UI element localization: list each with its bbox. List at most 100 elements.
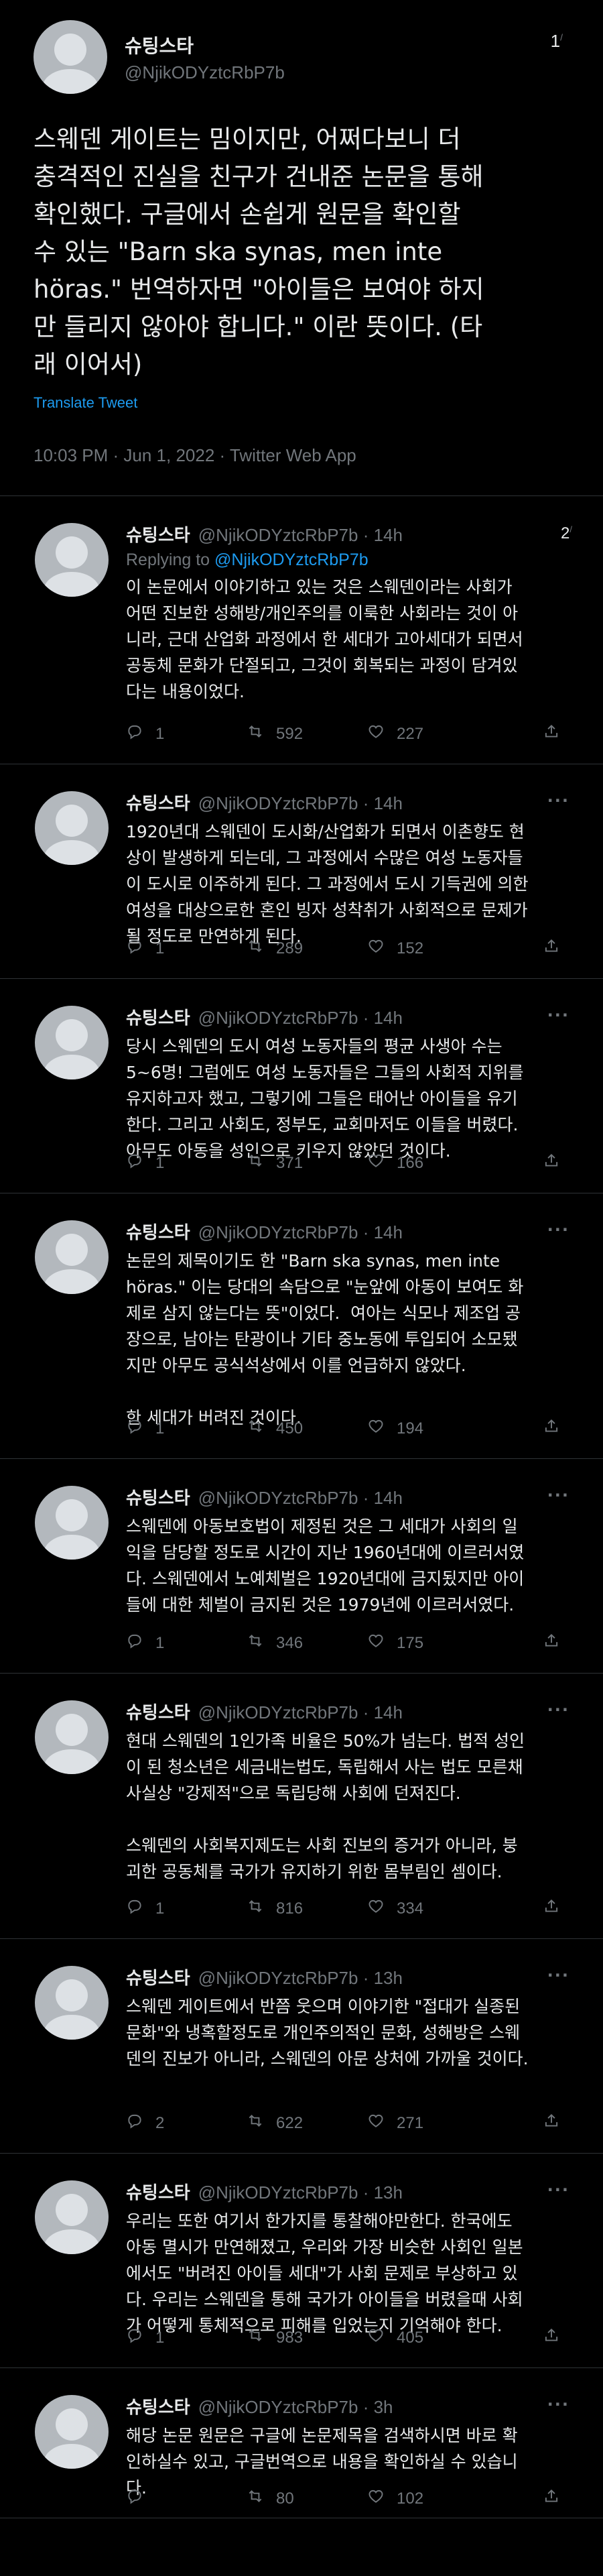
reply-header: 슈팅스타 @NjikODYztcRbP7b · 3h (126, 2394, 578, 2418)
author-name[interactable]: 슈팅스타 (126, 1004, 190, 1029)
reply-button[interactable]: 1 (126, 1152, 247, 1174)
author-name[interactable]: 슈팅스타 (126, 1965, 190, 1989)
reply-bubble-icon (126, 1632, 155, 1654)
heart-icon (367, 2487, 397, 2510)
share-button[interactable] (543, 937, 572, 959)
reply-tweet[interactable]: 슈팅스타 @NjikODYztcRbP7b · 14h ··· 당시 스웨덴의 도시 … (0, 979, 603, 1193)
more-options-icon[interactable]: ··· (547, 2180, 570, 2199)
tweet-actions: 1 983 405 (126, 2327, 578, 2349)
like-button[interactable]: 194 (367, 1417, 488, 1440)
author-name[interactable]: 슈팅스타 (126, 2179, 190, 2204)
more-options-icon[interactable]: ··· (547, 791, 570, 810)
reply-button[interactable]: 1 (126, 1632, 247, 1654)
heart-icon (367, 2112, 397, 2134)
author-handle-time[interactable]: @NjikODYztcRbP7b · 14h (198, 1488, 403, 1509)
author-name[interactable]: 슈팅스타 (126, 522, 190, 546)
reply-tweet[interactable]: 슈팅스타 @NjikODYztcRbP7b · 14h 2/Replying to … (0, 496, 603, 764)
like-button[interactable]: 152 (367, 937, 488, 959)
default-avatar-icon[interactable] (35, 1486, 109, 1560)
like-button[interactable]: 405 (367, 2327, 488, 2349)
retweet-button[interactable]: 289 (247, 937, 367, 959)
more-options-icon[interactable]: ··· (547, 1486, 570, 1505)
reply-button[interactable]: 1 (126, 1897, 247, 1920)
author-handle-time[interactable]: @NjikODYztcRbP7b · 3h (198, 2397, 393, 2418)
like-button[interactable]: 166 (367, 1152, 488, 1174)
author-name[interactable]: 슈팅스타 (126, 790, 190, 815)
retweet-button[interactable]: 592 (247, 723, 367, 745)
retweet-button[interactable]: 371 (247, 1152, 367, 1174)
reply-button[interactable]: 1 (126, 723, 247, 745)
author-name[interactable]: 슈팅스타 (126, 1699, 190, 1724)
author-handle-time[interactable]: @NjikODYztcRbP7b · 14h (198, 1008, 403, 1029)
default-avatar-icon[interactable] (35, 1700, 109, 1774)
reply-header: 슈팅스타 @NjikODYztcRbP7b · 14h (126, 1004, 578, 1029)
replying-to-link[interactable]: @NjikODYztcRbP7b (214, 550, 368, 569)
retweet-icon (247, 1417, 276, 1440)
author-name[interactable]: 슈팅스타 (126, 1484, 190, 1509)
reply-button[interactable]: 1 (126, 2327, 247, 2349)
reply-tweet[interactable]: 슈팅스타 @NjikODYztcRbP7b · 14h ··· 현대 스웨덴의 1인가… (0, 1674, 603, 1939)
reply-button[interactable]: 1 (126, 937, 247, 959)
retweet-button[interactable]: 983 (247, 2327, 367, 2349)
reply-count: 1 (155, 2328, 165, 2347)
default-avatar-icon[interactable] (34, 20, 107, 94)
author-handle[interactable]: @NjikODYztcRbP7b (125, 62, 285, 83)
like-button[interactable]: 175 (367, 1632, 488, 1654)
reply-tweet[interactable]: 슈팅스타 @NjikODYztcRbP7b · 13h ··· 우리는 또한 여기서 … (0, 2154, 603, 2368)
author-handle-time[interactable]: @NjikODYztcRbP7b · 14h (198, 793, 403, 814)
author-name[interactable]: 슈팅스타 (126, 1219, 190, 1244)
more-options-icon[interactable]: ··· (547, 1006, 570, 1024)
reply-count: 1 (155, 1899, 165, 1918)
reply-tweet[interactable]: 슈팅스타 @NjikODYztcRbP7b · 3h ··· 해당 논문 원문은 구글… (0, 2368, 603, 2518)
default-avatar-icon[interactable] (35, 1966, 109, 2040)
author-handle-time[interactable]: @NjikODYztcRbP7b · 13h (198, 2182, 403, 2203)
translate-tweet-link[interactable]: Translate Tweet (34, 394, 570, 412)
share-button[interactable] (543, 1152, 572, 1174)
share-button[interactable] (543, 2112, 572, 2134)
share-button[interactable] (543, 2487, 572, 2510)
tweet-timestamp[interactable]: 10:03 PM · Jun 1, 2022 · Twitter Web App (34, 445, 570, 466)
author-handle-time[interactable]: @NjikODYztcRbP7b · 14h (198, 1222, 403, 1243)
reply-tweet[interactable]: 슈팅스타 @NjikODYztcRbP7b · 14h ··· 1920년대 스웨덴이… (0, 764, 603, 979)
default-avatar-icon[interactable] (35, 1220, 109, 1294)
more-options-icon[interactable]: ··· (547, 1220, 570, 1239)
tweet-actions: 1 450 194 (126, 1417, 578, 1440)
author-name[interactable]: 슈팅스타 (125, 32, 285, 58)
reply-tweet[interactable]: 슈팅스타 @NjikODYztcRbP7b · 14h ··· 스웨덴에 아동보호법이… (0, 1459, 603, 1674)
default-avatar-icon[interactable] (35, 523, 109, 597)
like-button[interactable]: 227 (367, 723, 488, 745)
heart-icon (367, 1152, 397, 1174)
reply-button[interactable]: 1 (126, 1417, 247, 1440)
retweet-button[interactable]: 80 (247, 2487, 367, 2510)
reply-tweet[interactable]: 슈팅스타 @NjikODYztcRbP7b · 13h ··· 스웨덴 게이트에서 반… (0, 1939, 603, 2154)
retweet-button[interactable]: 346 (247, 1632, 367, 1654)
share-button[interactable] (543, 723, 572, 745)
retweet-count: 289 (276, 939, 304, 957)
like-button[interactable]: 334 (367, 1897, 488, 1920)
default-avatar-icon[interactable] (35, 1006, 109, 1079)
author-handle-time[interactable]: @NjikODYztcRbP7b · 14h (198, 1702, 403, 1723)
share-button[interactable] (543, 1632, 572, 1654)
more-options-icon[interactable]: ··· (547, 2395, 570, 2414)
author-handle-time[interactable]: @NjikODYztcRbP7b · 13h (198, 1968, 403, 1989)
share-button[interactable] (543, 2327, 572, 2349)
reply-bubble-icon (126, 937, 155, 959)
more-options-icon[interactable]: ··· (547, 1700, 570, 1719)
like-button[interactable]: 102 (367, 2487, 488, 2510)
share-button[interactable] (543, 1417, 572, 1440)
retweet-button[interactable]: 816 (247, 1897, 367, 1920)
retweet-button[interactable]: 622 (247, 2112, 367, 2134)
reply-tweet[interactable]: 슈팅스타 @NjikODYztcRbP7b · 14h ··· 논문의 제목이기도 한… (0, 1193, 603, 1459)
default-avatar-icon[interactable] (35, 2180, 109, 2254)
author-name[interactable]: 슈팅스타 (126, 2394, 190, 2418)
reply-button[interactable]: 2 (126, 2112, 247, 2134)
share-button[interactable] (543, 1897, 572, 1920)
retweet-button[interactable]: 450 (247, 1417, 367, 1440)
reply-count: 1 (155, 1633, 165, 1652)
reply-button[interactable] (126, 2487, 247, 2510)
like-button[interactable]: 271 (367, 2112, 488, 2134)
default-avatar-icon[interactable] (35, 791, 109, 865)
author-handle-time[interactable]: @NjikODYztcRbP7b · 14h (198, 525, 403, 546)
more-options-icon[interactable]: ··· (547, 1966, 570, 1985)
default-avatar-icon[interactable] (35, 2395, 109, 2469)
